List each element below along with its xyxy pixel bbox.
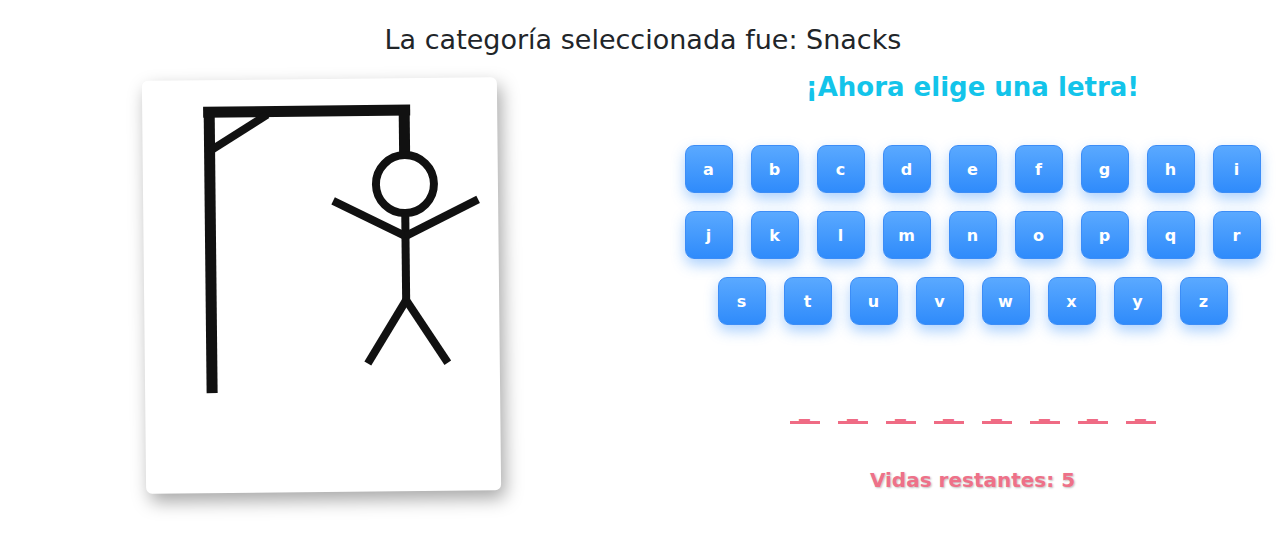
controls-column: ¡Ahora elige una letra! abcdefghi jklmnopq…: [643, 64, 1286, 548]
keyboard: abcdefghi jklmnopqr stuvwxyz: [685, 145, 1261, 325]
letter-key[interactable]: f: [1015, 145, 1063, 193]
letter-key[interactable]: y: [1114, 277, 1162, 325]
letter-slot: _: [982, 399, 1012, 424]
hangman-game: La categoría seleccionada fue: Snacks¡Ah…: [0, 0, 1286, 548]
letter-key[interactable]: b: [751, 145, 799, 193]
letter-key[interactable]: t: [784, 277, 832, 325]
letter-key[interactable]: o: [1015, 211, 1063, 259]
letter-slot: _: [1126, 399, 1156, 424]
drawing-column: [0, 64, 643, 548]
letter-key[interactable]: e: [949, 145, 997, 193]
letter-key[interactable]: z: [1180, 277, 1228, 325]
letter-key[interactable]: d: [883, 145, 931, 193]
keyboard-row: abcdefghi: [685, 145, 1261, 193]
letter-key[interactable]: c: [817, 145, 865, 193]
letter-key[interactable]: u: [850, 277, 898, 325]
letter-slot: _: [886, 399, 916, 424]
hangman-icon: [142, 77, 501, 494]
letter-slot: _: [1078, 399, 1108, 424]
letter-slot: _: [1030, 399, 1060, 424]
word: _ _ _ _ _ _ _ _: [790, 399, 1156, 424]
letter-key[interactable]: p: [1081, 211, 1129, 259]
letter-key[interactable]: q: [1147, 211, 1195, 259]
letter-key[interactable]: s: [718, 277, 766, 325]
letter-slot: _: [838, 399, 868, 424]
letter-key[interactable]: n: [949, 211, 997, 259]
keyboard-row: stuvwxyz: [718, 277, 1228, 325]
letter-key[interactable]: h: [1147, 145, 1195, 193]
hangman-card: [142, 77, 501, 494]
lives-counter: Vidas restantes: 5: [870, 468, 1075, 492]
letter-key[interactable]: v: [916, 277, 964, 325]
game-area: ¡Ahora elige una letra! abcdefghi jklmnopq…: [0, 64, 1286, 548]
letter-key[interactable]: g: [1081, 145, 1129, 193]
keyboard-row: jklmnopqr: [685, 211, 1261, 259]
letter-key[interactable]: x: [1048, 277, 1096, 325]
prompt: ¡Ahora elige una letra!: [806, 64, 1139, 104]
letter-slot: _: [934, 399, 964, 424]
letter-key[interactable]: a: [685, 145, 733, 193]
letter-key[interactable]: l: [817, 211, 865, 259]
letter-slot: _: [790, 399, 820, 424]
letter-key[interactable]: w: [982, 277, 1030, 325]
letter-key[interactable]: k: [751, 211, 799, 259]
letter-key[interactable]: j: [685, 211, 733, 259]
category-title: La categoría seleccionada fue: Snacks: [0, 0, 1286, 64]
letter-key[interactable]: i: [1213, 145, 1261, 193]
letter-key[interactable]: m: [883, 211, 931, 259]
letter-key[interactable]: r: [1213, 211, 1261, 259]
